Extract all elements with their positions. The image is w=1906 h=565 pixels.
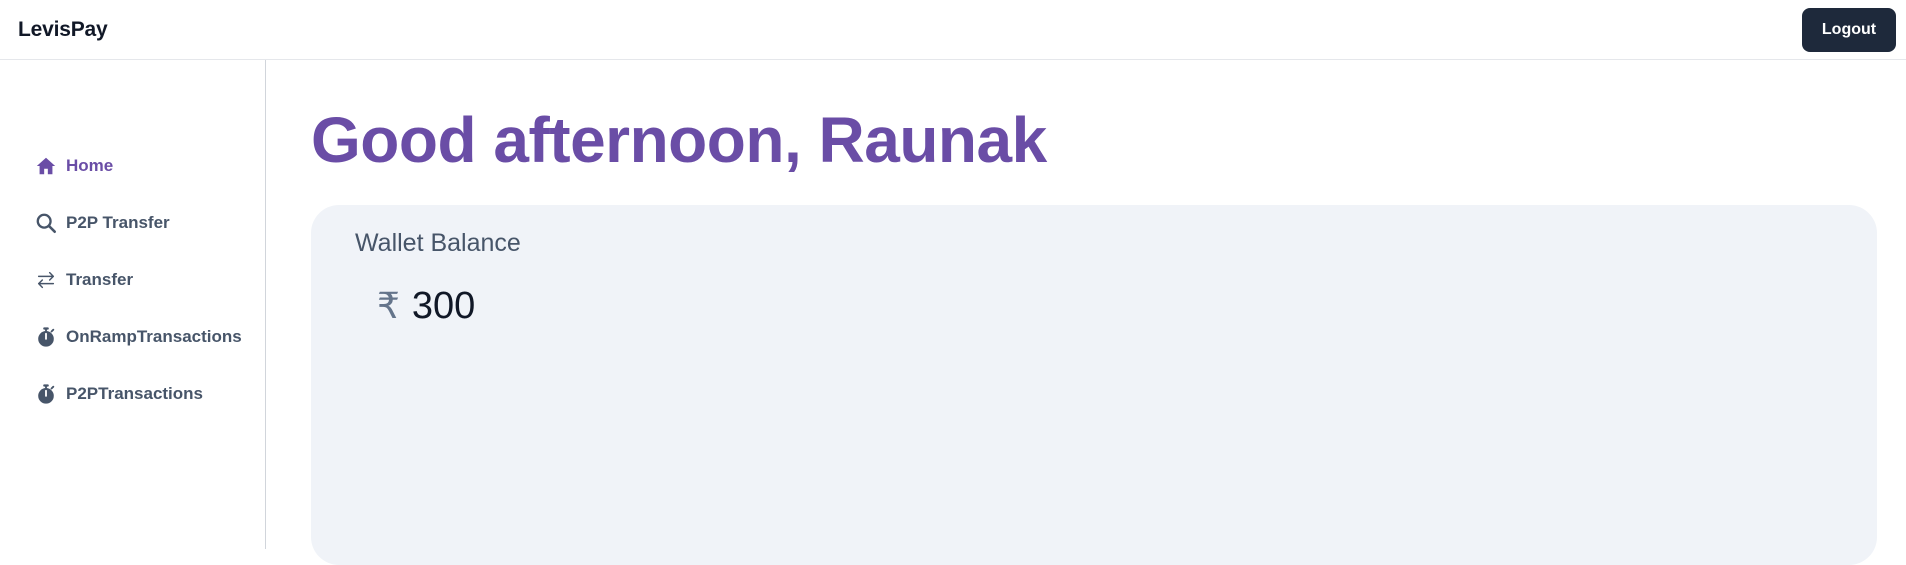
- sidebar-item-label: Home: [66, 155, 114, 175]
- wallet-balance-card: Wallet Balance ₹ 300: [311, 205, 1877, 565]
- transfer-arrows-icon: [34, 268, 58, 292]
- stopwatch-icon: [34, 382, 58, 406]
- wallet-balance-value: ₹ 300: [377, 285, 475, 328]
- stopwatch-icon: [34, 325, 58, 349]
- logout-button[interactable]: Logout: [1802, 7, 1896, 52]
- brand-logo[interactable]: LevisPay: [18, 18, 108, 42]
- sidebar-item-label: P2P Transfer: [66, 212, 170, 232]
- sidebar-item-onramp-transactions[interactable]: OnRampTransactions: [0, 308, 265, 365]
- main-content: Good afternoon, Raunak Wallet Balance ₹ …: [267, 60, 1906, 565]
- page-title: Good afternoon, Raunak: [311, 104, 1047, 176]
- search-icon: [34, 211, 58, 235]
- sidebar: Home P2P Transfer Transfer OnRampTransac…: [0, 60, 266, 549]
- wallet-balance-title: Wallet Balance: [355, 229, 521, 257]
- sidebar-item-label: OnRampTransactions: [66, 326, 242, 346]
- home-icon: [34, 154, 58, 178]
- sidebar-item-label: P2PTransactions: [66, 383, 204, 403]
- top-bar: LevisPay Logout: [0, 0, 1906, 60]
- rupee-icon: ₹: [377, 285, 400, 326]
- sidebar-item-label: Transfer: [66, 269, 134, 289]
- sidebar-item-p2p-transfer[interactable]: P2P Transfer: [0, 194, 265, 251]
- sidebar-item-p2p-transactions[interactable]: P2PTransactions: [0, 365, 265, 422]
- balance-amount: 300: [411, 285, 476, 327]
- sidebar-item-home[interactable]: Home: [0, 137, 265, 194]
- sidebar-item-transfer[interactable]: Transfer: [0, 251, 265, 308]
